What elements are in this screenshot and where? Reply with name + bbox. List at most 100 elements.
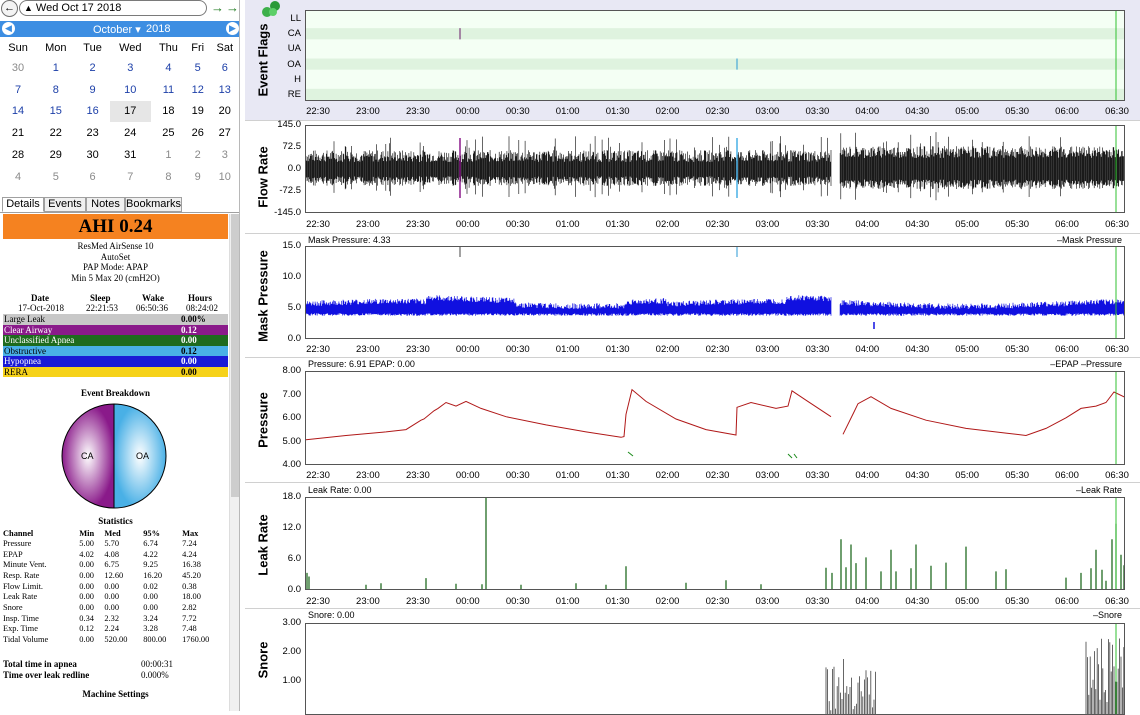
calendar-day[interactable]: 20	[210, 101, 239, 123]
stats-header: Max	[182, 528, 199, 538]
y-tick: 6.0	[287, 553, 301, 564]
calendar-day[interactable]: 12	[186, 79, 210, 101]
mask-pressure-graph[interactable]: Mask Pressure Mask Pressure: 4.33 –Mask …	[245, 234, 1140, 357]
calendar-day[interactable]: 1	[36, 57, 75, 79]
calendar-day[interactable]: 29	[36, 144, 75, 166]
calendar-day[interactable]: 9	[186, 166, 210, 188]
calendar-day[interactable]: 15	[36, 101, 75, 123]
y-tick: 1.00	[282, 675, 302, 686]
time-tick: 01:30	[605, 106, 630, 117]
calendar-day[interactable]: 5	[36, 166, 75, 188]
time-tick: 04:30	[905, 344, 930, 355]
stats-cell: 5.70	[104, 538, 120, 548]
calendar-day[interactable]: 4	[0, 166, 36, 188]
machine-settings-title: Machine Settings	[82, 689, 149, 699]
snore-plot[interactable]	[305, 623, 1125, 715]
y-tick: -72.5	[279, 185, 301, 196]
back-arrow-icon[interactable]: ←	[1, 0, 18, 17]
totals-value: 0.000%	[141, 670, 169, 680]
tab-notes[interactable]: Notes	[86, 197, 125, 212]
event-value: 0.00	[181, 356, 197, 366]
calendar-day[interactable]: 6	[76, 166, 110, 188]
calendar-day[interactable]: 2	[76, 57, 110, 79]
calendar-day[interactable]: 23	[76, 122, 110, 144]
next-month-icon[interactable]: ▶	[226, 22, 239, 35]
time-tick: 22:30	[306, 596, 330, 607]
next-day-icon[interactable]: →	[211, 1, 224, 15]
time-tick: 05:30	[1005, 106, 1030, 117]
calendar-day[interactable]: 4	[151, 57, 186, 79]
stats-cell: 1760.00	[182, 635, 210, 645]
calendar-day[interactable]: 3	[210, 144, 239, 166]
calendar-day[interactable]: 1	[151, 144, 186, 166]
calendar-day[interactable]: 5	[186, 57, 210, 79]
calendar-day[interactable]: 21	[0, 122, 36, 144]
calendar-day[interactable]: 22	[36, 122, 75, 144]
calendar-day[interactable]: 14	[0, 101, 36, 123]
tab-details[interactable]: Details	[2, 197, 44, 212]
time-tick: 23:30	[405, 470, 430, 481]
calendar-day[interactable]: 30	[0, 57, 36, 79]
pressure-graph[interactable]: Pressure Pressure: 6.91 EPAP: 0.00 –EPAP…	[245, 358, 1140, 482]
calendar-toggle-icon[interactable]: ▲	[24, 3, 33, 13]
time-tick: 04:30	[905, 106, 930, 117]
calendar-day[interactable]: 10	[210, 166, 239, 188]
calendar-day[interactable]: 8	[36, 79, 75, 101]
event-label: Large Leak	[4, 314, 46, 324]
calendar-day[interactable]: 11	[151, 79, 186, 101]
stats-cell: Minute Vent.	[3, 560, 47, 570]
stats-cell: 0.00	[79, 635, 94, 645]
summary-header: Sleep	[90, 293, 111, 303]
calendar-day[interactable]: 9	[76, 79, 110, 101]
calendar-day[interactable]: 7	[0, 79, 36, 101]
flow-rate-graph[interactable]: Flow Rate 145.0 72.5 0.0 -72.5 -145.0 22:30 2…	[245, 119, 1140, 233]
calendar-day[interactable]: 10	[110, 79, 151, 101]
date-selector[interactable]: ▲ Wed Oct 17 2018	[19, 0, 207, 16]
tab-events[interactable]: Events	[44, 197, 86, 212]
y-tick: 6.00	[282, 412, 302, 423]
event-row: Clear Airway 0.12	[3, 324, 228, 335]
calendar-day[interactable]: 6	[210, 57, 239, 79]
calendar-day[interactable]: 2	[186, 144, 210, 166]
calendar-day[interactable]: 18	[151, 101, 186, 123]
prev-month-icon[interactable]: ◀	[2, 22, 15, 35]
calendar-day[interactable]: 30	[76, 144, 110, 166]
calendar-day[interactable]: 13	[210, 79, 239, 101]
calendar-day[interactable]: 31	[110, 144, 151, 166]
calendar-day[interactable]: 8	[151, 166, 186, 188]
tab-bookmarks[interactable]: Bookmarks	[125, 197, 182, 212]
calendar-day[interactable]: 28	[0, 144, 36, 166]
graph-legend: –EPAP –Pressure	[1050, 359, 1122, 369]
time-tick: 02:30	[705, 219, 730, 230]
scrollbar-thumb[interactable]	[231, 214, 239, 497]
calendar-day[interactable]: 3	[110, 57, 151, 79]
time-tick: 00:30	[505, 344, 530, 355]
stats-cell: 2.24	[104, 624, 120, 634]
snore-graph[interactable]: Snore Snore: 0.00 –Snore 3.00 2.00 1.00	[245, 609, 1140, 715]
mask-pressure-plot[interactable]	[305, 246, 1125, 339]
stats-cell: 3.28	[143, 624, 158, 634]
calendar-day[interactable]: 7	[110, 166, 151, 188]
flow-rate-plot[interactable]	[305, 125, 1125, 213]
event-flags-graph[interactable]: Event Flags LL CA UA OA H RE 22:30 23:00 23:30 0…	[245, 0, 1140, 120]
calendar-day[interactable]: 16	[76, 101, 110, 123]
calendar-day[interactable]: 25	[151, 122, 186, 144]
stats-row: Insp. Time 0.34 2.32 3.24 7.72	[3, 613, 228, 624]
year-label[interactable]: 2018	[146, 23, 170, 35]
event-flags-plot[interactable]	[305, 10, 1125, 101]
calendar-day[interactable]: 17	[109, 100, 151, 123]
calendar-day[interactable]: 24	[110, 122, 151, 144]
time-tick: 23:30	[405, 106, 430, 117]
last-day-icon[interactable]: →|	[226, 1, 239, 15]
calendar-day[interactable]: 26	[186, 122, 210, 144]
month-selector[interactable]: October ▾	[93, 23, 141, 36]
details-scrollbar[interactable]	[229, 214, 239, 711]
calendar-day[interactable]: 19	[186, 101, 210, 123]
leak-rate-graph[interactable]: Leak Rate Leak Rate: 0.00 –Leak Rate 18.…	[245, 483, 1140, 607]
leak-rate-plot[interactable]	[305, 497, 1125, 590]
weekday-header: Mon	[45, 41, 67, 54]
calendar-day[interactable]: 27	[210, 122, 239, 144]
time-tick: 01:30	[605, 344, 630, 355]
pressure-plot[interactable]	[305, 371, 1125, 465]
time-tick: 06:00	[1055, 344, 1079, 355]
